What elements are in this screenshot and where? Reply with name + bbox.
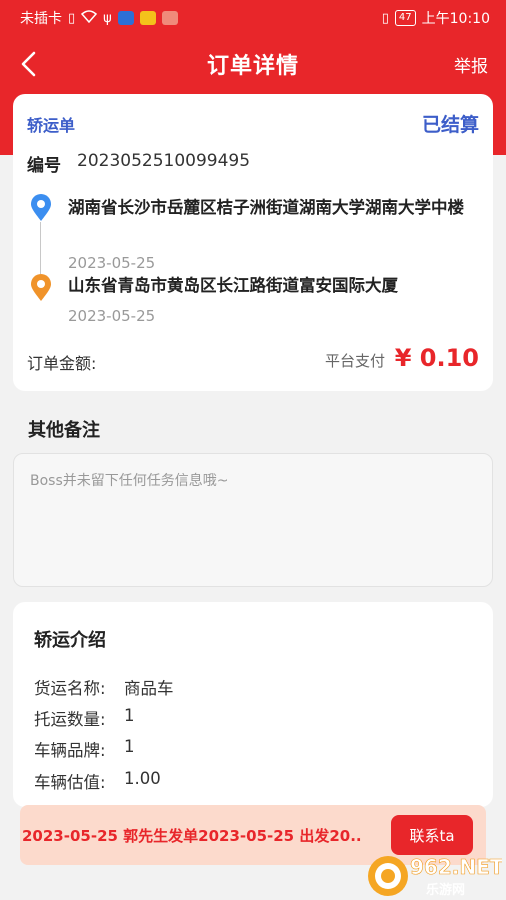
order-summary-ticker: 2023-05-25 郭先生发单2023-05-25 出发20.. (22, 827, 362, 845)
order-type-label: 轿运单 (27, 116, 76, 135)
clock: 上午10:10 (421, 11, 490, 27)
status-bar: 未插卡 ▯ ψ ▯ 47 上午10:10 (0, 0, 506, 36)
back-arrow-icon[interactable] (18, 50, 42, 78)
intro-row-value: 1.00 (124, 769, 161, 788)
origin-location-pin-icon (30, 194, 52, 222)
intro-row-label: 货运名称: (34, 679, 106, 698)
svg-text:962.NET: 962.NET (410, 855, 502, 879)
battery-icon: 47 (394, 10, 416, 26)
intro-row-brand: 车辆品牌: 1 (34, 737, 135, 761)
wifi-icon (81, 9, 98, 27)
intro-section-title: 轿运介绍 (34, 630, 106, 651)
order-number-label: 编号 (27, 156, 61, 176)
intro-row-label: 车辆品牌: (34, 741, 106, 760)
order-card: 轿运单 已结算 编号 2023052510099495 湖南省长沙市岳麓区桔子洲… (13, 94, 493, 391)
intro-row-label: 车辆估值: (34, 773, 106, 792)
intro-row-valuation: 车辆估值: 1.00 (34, 769, 161, 793)
intro-row-label: 托运数量: (34, 710, 106, 729)
usb-icon: ψ (103, 10, 112, 26)
remark-box: Boss并未留下任何任务信息哦~ (13, 453, 493, 587)
message-notification-icon (139, 11, 156, 25)
carrier-label: 未插卡 (20, 11, 62, 27)
remark-text: Boss并未留下任何任务信息哦~ (30, 473, 229, 489)
status-right: ▯ 47 上午10:10 (382, 8, 490, 28)
sim-icon: ▯ (68, 10, 76, 26)
route-connector-line (40, 222, 41, 274)
order-status-badge: 已结算 (421, 114, 479, 136)
intro-row-value: 1 (124, 737, 135, 756)
remark-section-title: 其他备注 (28, 420, 100, 441)
origin-address: 湖南省长沙市岳麓区桔子洲街道湖南大学湖南大学中楼 (68, 198, 464, 217)
mail-notification-icon (161, 11, 178, 25)
intro-row-value: 1 (124, 706, 135, 725)
navigation-bar: 订单详情 举报 (0, 36, 506, 92)
transport-intro-card: 轿运介绍 货运名称: 商品车 托运数量: 1 车辆品牌: 1 车辆估值: 1.0… (13, 602, 493, 807)
vibrate-icon: ▯ (381, 10, 389, 26)
status-left: 未插卡 ▯ ψ (20, 8, 178, 28)
site-watermark-logo: 962.NET 乐游网 (366, 850, 504, 898)
app-notification-icon (117, 11, 134, 25)
intro-row-cargo-name: 货运名称: 商品车 (34, 675, 174, 699)
destination-date: 2023-05-25 (68, 307, 156, 325)
svg-text:乐游网: 乐游网 (426, 882, 465, 898)
contact-button[interactable]: 联系ta (391, 815, 473, 855)
origin-date: 2023-05-25 (68, 254, 156, 272)
report-button[interactable]: 举报 (454, 52, 488, 77)
order-amount-label: 订单金额: (27, 354, 97, 373)
destination-location-pin-icon (30, 274, 52, 302)
page-title: 订单详情 (206, 54, 299, 79)
payment-method: 平台支付 (325, 352, 386, 370)
intro-row-value: 商品车 (124, 679, 174, 698)
order-number: 2023052510099495 (77, 151, 251, 171)
order-amount: ¥ 0.10 (394, 344, 479, 372)
intro-row-quantity: 托运数量: 1 (34, 706, 135, 730)
destination-address: 山东省青岛市黄岛区长江路街道富安国际大厦 (68, 276, 398, 295)
